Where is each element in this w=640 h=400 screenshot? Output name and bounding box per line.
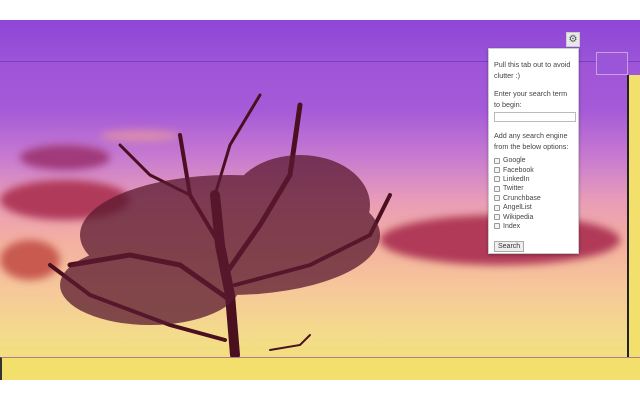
search-button[interactable]: Search — [494, 241, 525, 253]
engines-label: Add any search engine from the below opt… — [494, 131, 569, 151]
checkbox[interactable] — [494, 204, 500, 211]
checkbox[interactable] — [494, 157, 500, 164]
yellow-strip — [627, 75, 640, 357]
checkbox[interactable] — [494, 176, 500, 183]
checkbox[interactable] — [494, 195, 500, 202]
tab-outline — [596, 52, 628, 75]
tree-silhouette — [48, 93, 392, 360]
option-index[interactable]: Index — [494, 222, 573, 231]
checkbox[interactable] — [494, 185, 500, 192]
checkbox[interactable] — [494, 167, 500, 174]
yellow-band — [0, 357, 640, 380]
search-input[interactable] — [494, 112, 576, 122]
intro-text: Pull this tab out to avoid clutter :) — [494, 60, 571, 80]
prompt-text: Enter your search term to begin: — [494, 89, 568, 109]
engine-options: Google Facebook LinkedIn Twitter Crunchb… — [494, 156, 573, 231]
checkbox[interactable] — [494, 214, 500, 221]
option-label: Index — [503, 222, 521, 230]
extension-popup: Pull this tab out to avoid clutter :) En… — [488, 48, 579, 254]
puzzle-gear-icon[interactable]: ⚙ — [566, 32, 580, 47]
checkbox[interactable] — [494, 223, 500, 230]
